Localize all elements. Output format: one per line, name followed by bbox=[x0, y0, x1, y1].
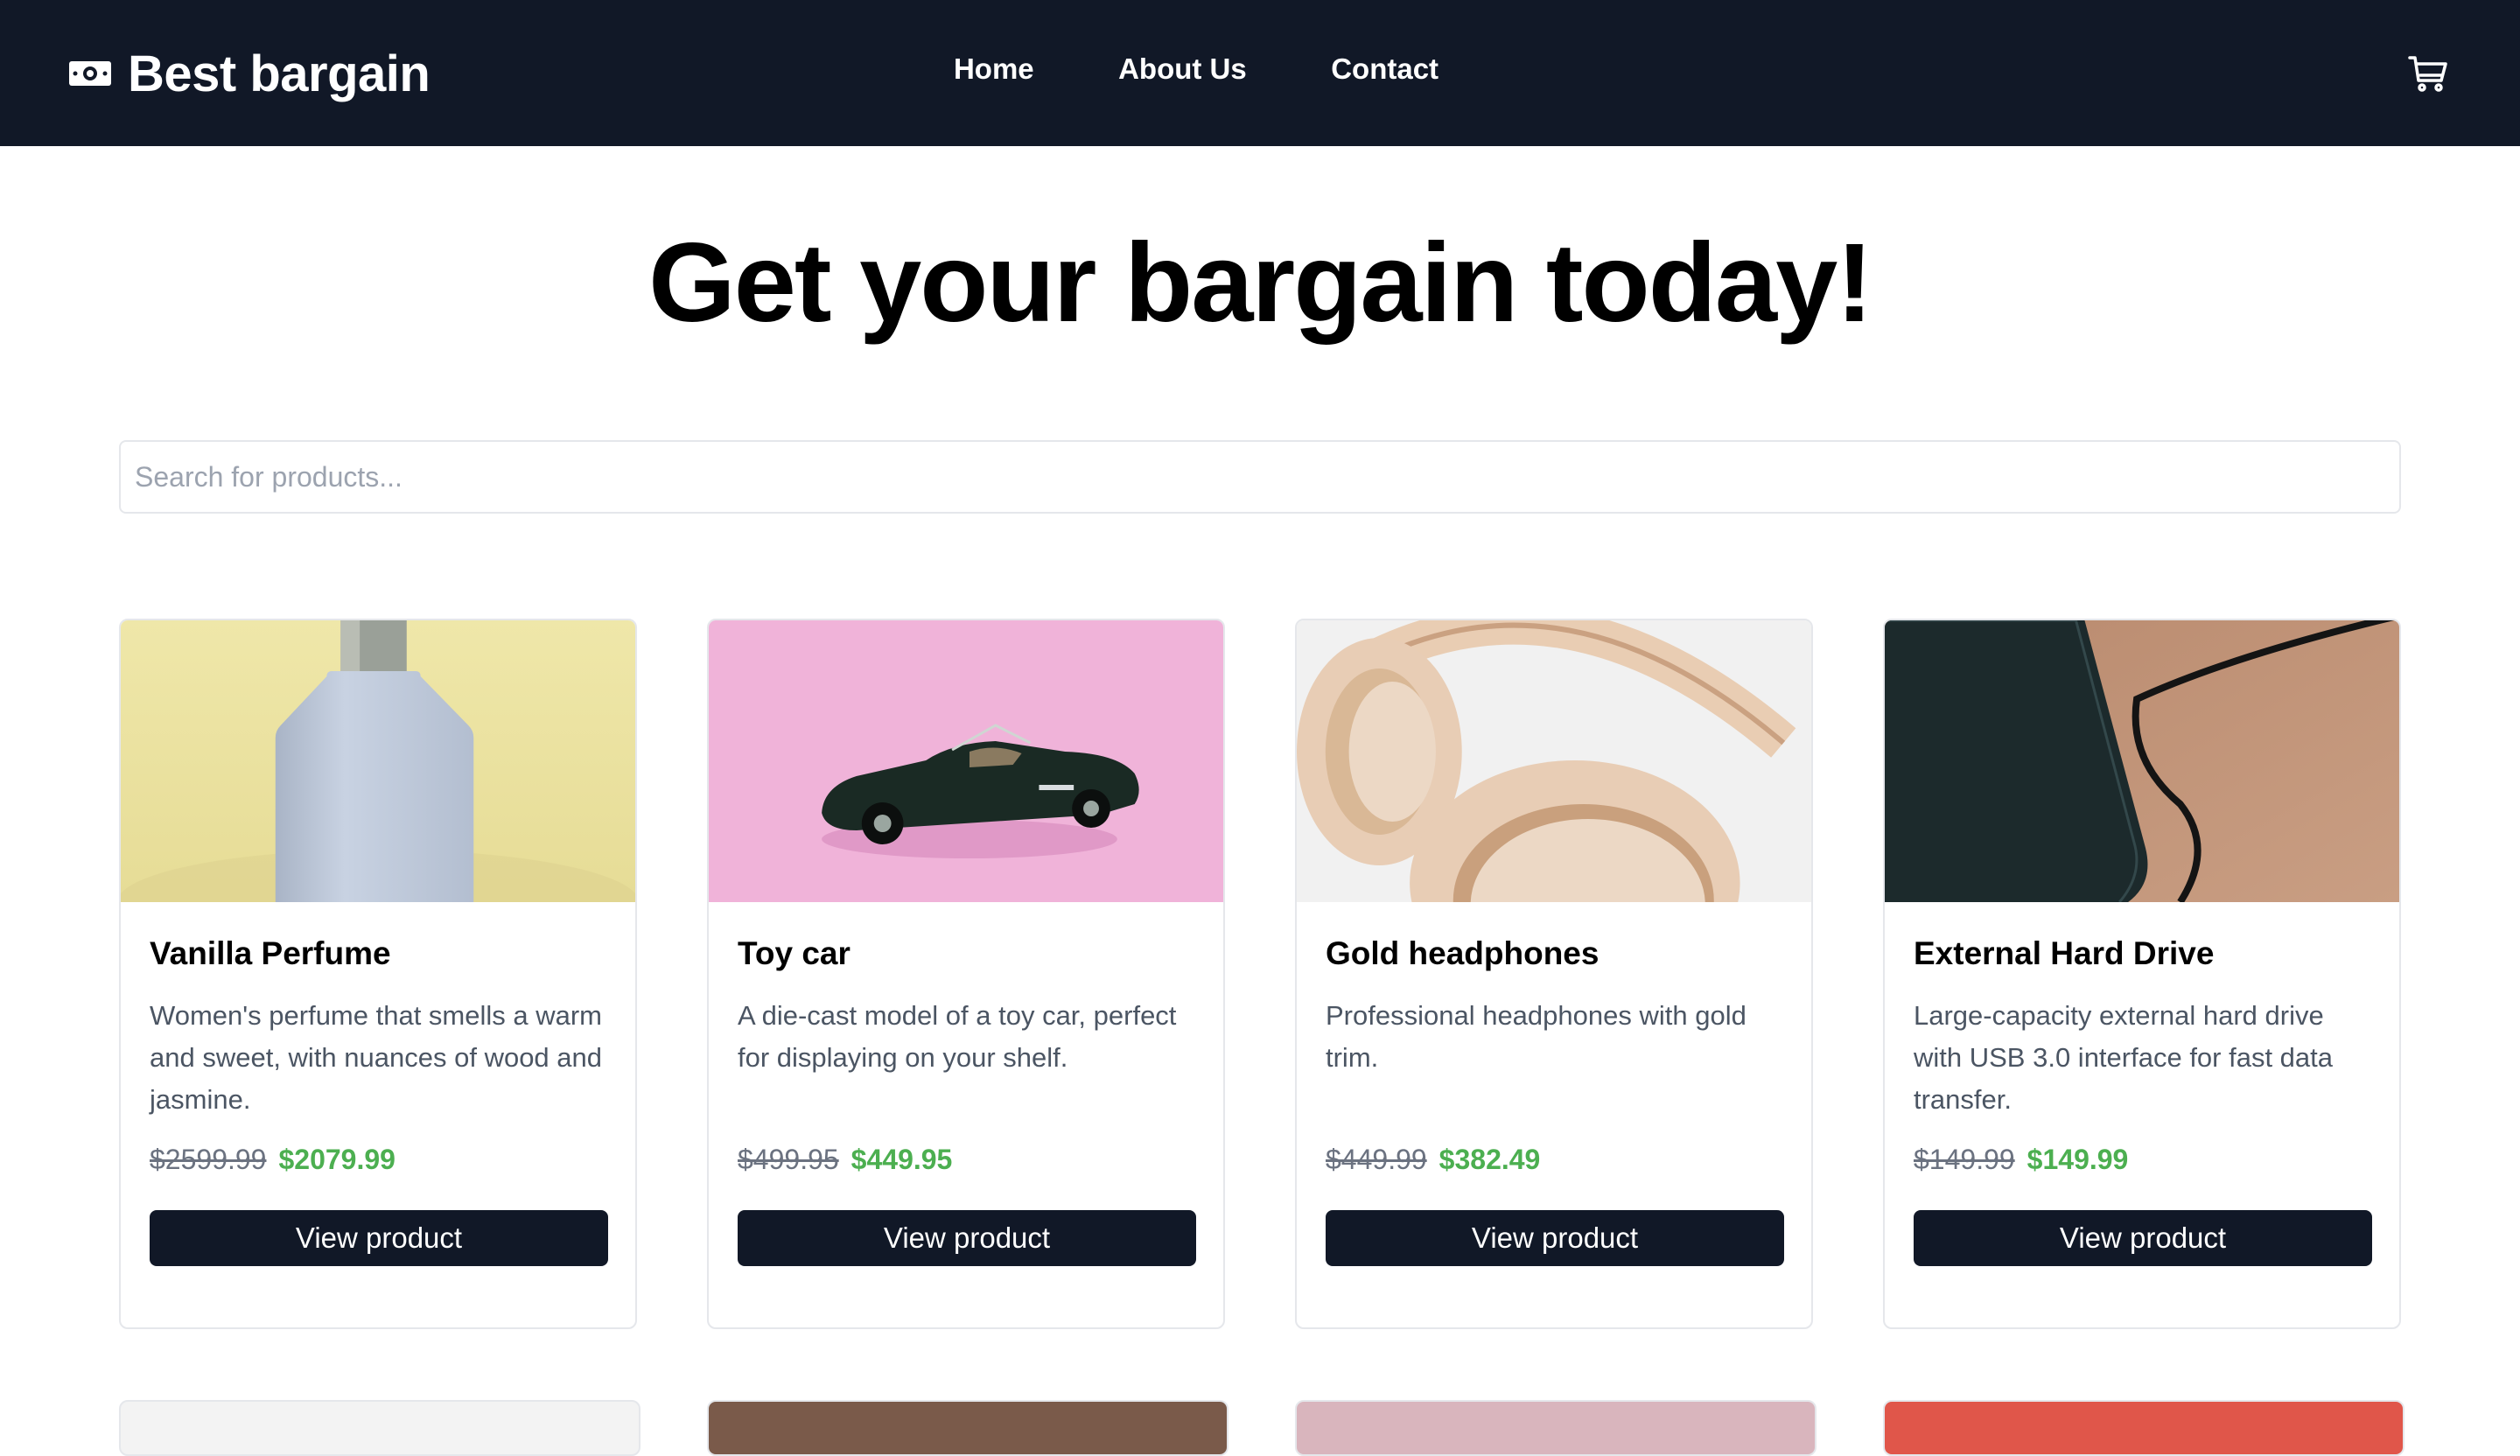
product-card: Gold headphones Professional headphones … bbox=[1295, 619, 1813, 1329]
view-product-button[interactable]: View product bbox=[1914, 1210, 2372, 1266]
original-price: $2599.99 bbox=[150, 1144, 267, 1175]
perfume-bottle-photo bbox=[121, 620, 635, 902]
product-card-partial bbox=[119, 1400, 640, 1456]
product-card-partial bbox=[1295, 1400, 1816, 1456]
price-block: $2599.99 $2079.99 bbox=[150, 1144, 396, 1176]
product-description: Professional headphones with gold trim. bbox=[1326, 1000, 1746, 1073]
original-price: $449.99 bbox=[1326, 1144, 1427, 1175]
price-block: $149.99 $149.99 bbox=[1914, 1144, 2128, 1176]
sale-price: $449.95 bbox=[850, 1144, 953, 1175]
product-card-partial bbox=[707, 1400, 1228, 1456]
product-card: Vanilla Perfume Women's perfume that sme… bbox=[119, 619, 637, 1329]
sale-price: $382.49 bbox=[1438, 1144, 1541, 1175]
product-description: Large-capacity external hard drive with … bbox=[1914, 1000, 2334, 1115]
nav-link-about-us[interactable]: About Us bbox=[1118, 52, 1247, 86]
product-title: External Hard Drive bbox=[1914, 935, 2215, 971]
view-product-button[interactable]: View product bbox=[1326, 1210, 1784, 1266]
product-title: Vanilla Perfume bbox=[150, 935, 391, 971]
hard-drive-photo bbox=[1885, 620, 2399, 902]
original-price: $149.99 bbox=[1914, 1144, 2015, 1175]
brand-name: Best bargain bbox=[128, 45, 430, 102]
headphones-photo bbox=[1297, 620, 1811, 902]
brand-logo[interactable]: Best bargain bbox=[68, 42, 430, 105]
toy-car-photo bbox=[709, 620, 1223, 902]
product-title: Gold headphones bbox=[1326, 935, 1600, 971]
product-card: External Hard Drive Large-capacity exter… bbox=[1883, 619, 2401, 1329]
money-bill-icon bbox=[69, 61, 111, 86]
search-input[interactable] bbox=[119, 440, 2401, 514]
sale-price: $149.99 bbox=[2026, 1144, 2129, 1175]
price-block: $499.95 $449.95 bbox=[738, 1144, 952, 1176]
product-description: Women's perfume that smells a warm and s… bbox=[150, 1000, 603, 1115]
product-card-partial bbox=[1883, 1400, 2404, 1456]
cart-icon[interactable] bbox=[2408, 54, 2448, 93]
product-description: A die-cast model of a toy car, perfect f… bbox=[738, 1000, 1177, 1073]
view-product-button[interactable]: View product bbox=[150, 1210, 608, 1266]
product-title: Toy car bbox=[738, 935, 850, 971]
sale-price: $2079.99 bbox=[278, 1144, 396, 1175]
page-title: Get your bargain today! bbox=[648, 220, 1873, 346]
price-block: $449.99 $382.49 bbox=[1326, 1144, 1540, 1176]
navbar: Best bargain Home About Us Contact bbox=[0, 0, 2520, 146]
view-product-button[interactable]: View product bbox=[738, 1210, 1196, 1266]
nav-link-home[interactable]: Home bbox=[954, 52, 1034, 86]
nav-link-contact[interactable]: Contact bbox=[1331, 52, 1438, 86]
original-price: $499.95 bbox=[738, 1144, 839, 1175]
product-card: Toy car A die-cast model of a toy car, p… bbox=[707, 619, 1225, 1329]
